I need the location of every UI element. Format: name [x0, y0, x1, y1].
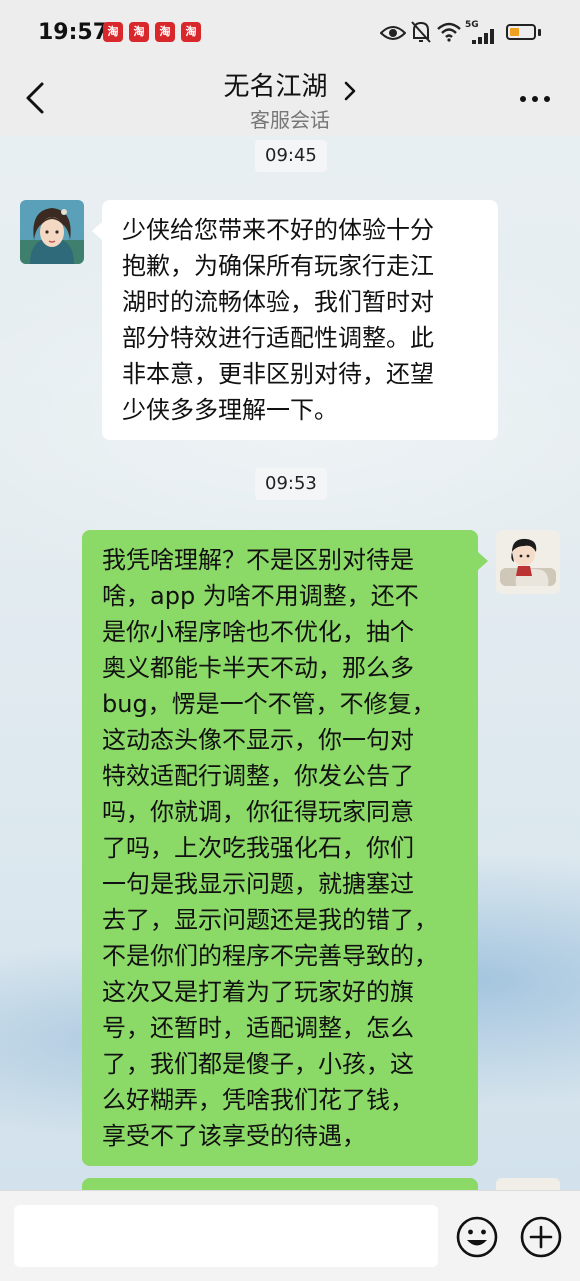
message-input-bar — [0, 1190, 580, 1281]
incoming-message-bubble[interactable]: 少侠给您带来不好的体验十分 抱歉，为确保所有玩家行走江 湖时的流畅体验，我们暂时… — [102, 200, 498, 440]
chat-header: 无名江湖 客服会话 — [0, 64, 580, 136]
battery-level — [510, 28, 519, 36]
app-notification-badge: 淘 — [181, 22, 201, 42]
add-plus-icon[interactable] — [519, 1215, 563, 1259]
signal-strength-icon — [472, 29, 494, 44]
outgoing-message-bubble[interactable]: 我凭啥理解？不是区别对待是 啥，app 为啥不用调整，还不 是你小程序啥也不优化… — [82, 530, 478, 1166]
app-notification-badge: 淘 — [129, 22, 149, 42]
bubble-tail — [92, 222, 102, 240]
more-dots-icon[interactable] — [518, 94, 552, 104]
bubble-tail — [478, 552, 488, 570]
user-avatar[interactable] — [496, 530, 560, 594]
avatar-image — [20, 200, 84, 264]
chevron-right-icon[interactable] — [343, 80, 357, 102]
message-timestamp: 09:53 — [255, 468, 327, 500]
mute-bell-icon — [411, 21, 431, 43]
chat-subtitle: 客服会话 — [250, 108, 330, 132]
emoji-icon[interactable] — [455, 1215, 499, 1259]
message-timestamp: 09:45 — [255, 140, 327, 172]
eye-icon — [380, 26, 406, 40]
app-notification-badge: 淘 — [155, 22, 175, 42]
app-notification-badge: 淘 — [103, 22, 123, 42]
chat-title[interactable]: 无名江湖 — [223, 66, 327, 103]
avatar-image — [496, 530, 560, 594]
message-input[interactable] — [14, 1205, 438, 1267]
status-time: 19:57 — [38, 20, 109, 45]
status-bar: 19:57 淘 淘 淘 淘 5G — [0, 0, 580, 64]
battery-cap — [538, 29, 541, 36]
title-wrap[interactable]: 无名江湖 — [0, 66, 580, 103]
wifi-icon — [437, 22, 461, 42]
battery-icon — [506, 24, 536, 40]
customer-service-avatar[interactable] — [20, 200, 84, 264]
